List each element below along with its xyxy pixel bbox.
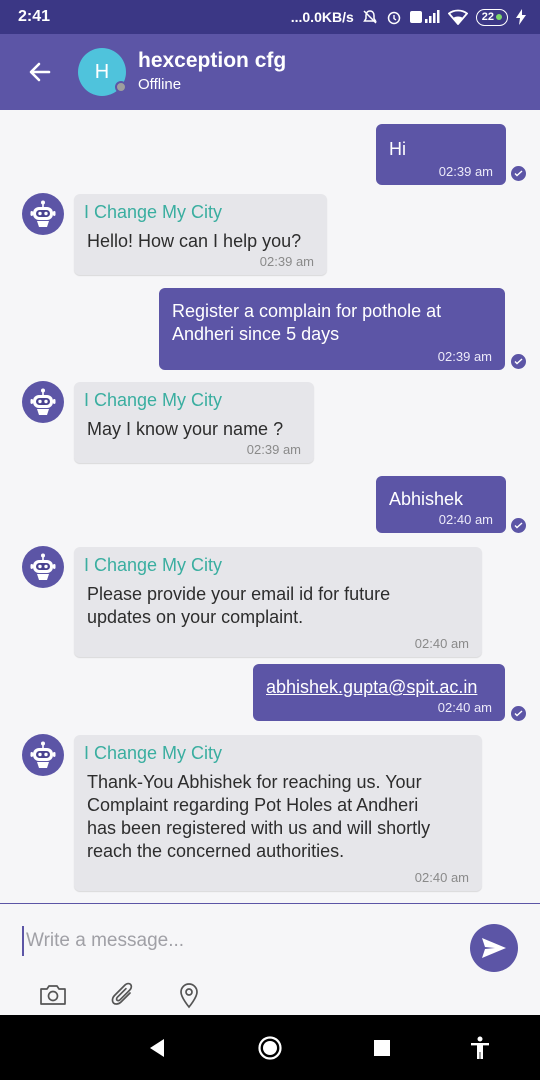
outgoing-message[interactable]: Hi 02:39 am bbox=[376, 124, 506, 185]
message-time: 02:39 am bbox=[437, 349, 492, 364]
nav-recents-button[interactable] bbox=[367, 1033, 397, 1063]
accessibility-button[interactable] bbox=[465, 1033, 495, 1063]
location-button[interactable] bbox=[172, 978, 206, 1012]
back-arrow-icon bbox=[29, 62, 51, 82]
message-time: 02:40 am bbox=[414, 870, 469, 885]
message-time: 02:40 am bbox=[437, 700, 492, 715]
message-text-line: updates on your complaint. bbox=[87, 607, 304, 627]
back-button[interactable] bbox=[20, 52, 60, 92]
send-button[interactable] bbox=[470, 924, 518, 972]
bot-avatar bbox=[22, 734, 64, 776]
bot-icon bbox=[30, 553, 56, 580]
message-text-line: has been registered with us and will sho… bbox=[87, 818, 431, 838]
bot-avatar bbox=[22, 546, 64, 588]
message-time: 02:40 am bbox=[414, 636, 469, 651]
contact-name: hexception cfg bbox=[138, 49, 287, 72]
message-text-line: Please provide your email id for future bbox=[87, 584, 391, 604]
bot-avatar bbox=[22, 381, 64, 423]
alarm-icon bbox=[387, 11, 400, 25]
nav-home-button[interactable] bbox=[255, 1033, 285, 1063]
message-text: May I know your name ? bbox=[87, 419, 284, 439]
read-tick-icon bbox=[511, 354, 526, 369]
net-speed: ...0.0KB/s bbox=[290, 9, 354, 25]
attach-button[interactable] bbox=[106, 978, 140, 1012]
message-time: 02:40 am bbox=[438, 512, 493, 527]
incoming-message[interactable]: I Change My City Please provide your ema… bbox=[74, 547, 482, 657]
home-circle-icon bbox=[258, 1036, 282, 1060]
sender-name: I Change My City bbox=[84, 390, 223, 410]
sender-name: I Change My City bbox=[84, 555, 223, 575]
wifi-icon bbox=[447, 9, 468, 25]
contact-avatar[interactable]: H bbox=[78, 48, 127, 96]
message-time: 02:39 am bbox=[438, 164, 493, 179]
send-icon bbox=[482, 938, 506, 958]
sender-name: I Change My City bbox=[84, 202, 223, 222]
message-text: Abhishek bbox=[389, 489, 464, 509]
read-tick-icon bbox=[511, 166, 526, 181]
accessibility-icon bbox=[471, 1036, 489, 1059]
message-composer bbox=[0, 903, 540, 1015]
nav-back-button[interactable] bbox=[142, 1033, 172, 1063]
incoming-message[interactable]: I Change My City Hello! How can I help y… bbox=[74, 194, 327, 275]
message-time: 02:39 am bbox=[259, 254, 314, 269]
message-text-line: Andheri since 5 days bbox=[172, 324, 340, 344]
triangle-back-icon bbox=[150, 1039, 164, 1057]
volte-signal-icon bbox=[409, 10, 440, 23]
bot-icon bbox=[30, 388, 56, 415]
paperclip-icon bbox=[111, 982, 133, 1005]
charging-bolt-icon bbox=[516, 9, 526, 25]
square-recents-icon bbox=[374, 1040, 390, 1056]
message-time: 02:39 am bbox=[246, 442, 301, 457]
outgoing-message[interactable]: abhishek.gupta@spit.ac.in 02:40 am bbox=[253, 664, 505, 721]
message-text-line: Complaint regarding Pot Holes at Andheri bbox=[87, 795, 419, 815]
message-text-line: Thank-You Abhishek for reaching us. Your bbox=[87, 772, 422, 792]
sender-name: I Change My City bbox=[84, 743, 223, 763]
status-time: 2:41 bbox=[18, 8, 51, 25]
location-pin-icon bbox=[180, 983, 198, 1009]
message-text: Hello! How can I help you? bbox=[87, 231, 302, 251]
read-tick-icon bbox=[511, 518, 526, 533]
message-list[interactable]: Hi 02:39 am I Change My City Hello! How … bbox=[0, 110, 540, 903]
read-tick-icon bbox=[511, 706, 526, 721]
outgoing-message[interactable]: Register a complain for pothole at Andhe… bbox=[159, 288, 505, 370]
mute-bell-icon bbox=[362, 10, 377, 24]
message-text: Hi bbox=[389, 139, 406, 159]
message-text-line: Register a complain for pothole at bbox=[172, 301, 442, 321]
battery-dot bbox=[496, 14, 502, 20]
battery-indicator: 22 bbox=[475, 8, 508, 26]
bot-icon bbox=[30, 200, 56, 227]
incoming-message[interactable]: I Change My City Thank-You Abhishek for … bbox=[74, 735, 482, 891]
status-bar: 2:41 ...0.0KB/s 22 bbox=[0, 0, 540, 34]
incoming-message[interactable]: I Change My City May I know your name ? … bbox=[74, 382, 314, 463]
presence-indicator bbox=[115, 81, 127, 93]
outgoing-message[interactable]: Abhishek 02:40 am bbox=[376, 476, 506, 533]
message-input[interactable] bbox=[22, 926, 442, 956]
bot-avatar bbox=[22, 193, 64, 235]
chat-header: H hexception cfg Offline bbox=[0, 34, 540, 110]
contact-info[interactable]: hexception cfg Offline bbox=[138, 49, 286, 95]
camera-icon bbox=[40, 985, 66, 1005]
bot-icon bbox=[30, 741, 56, 768]
contact-status: Offline bbox=[138, 76, 182, 93]
message-text-line: reach the concerned authorities. bbox=[87, 841, 345, 861]
camera-button[interactable] bbox=[36, 978, 70, 1012]
email-link[interactable]: abhishek.gupta@spit.ac.in bbox=[266, 676, 492, 699]
status-icons: ...0.0KB/s 22 bbox=[290, 8, 526, 26]
system-nav-bar bbox=[0, 1015, 540, 1080]
avatar-letter: H bbox=[94, 60, 110, 83]
